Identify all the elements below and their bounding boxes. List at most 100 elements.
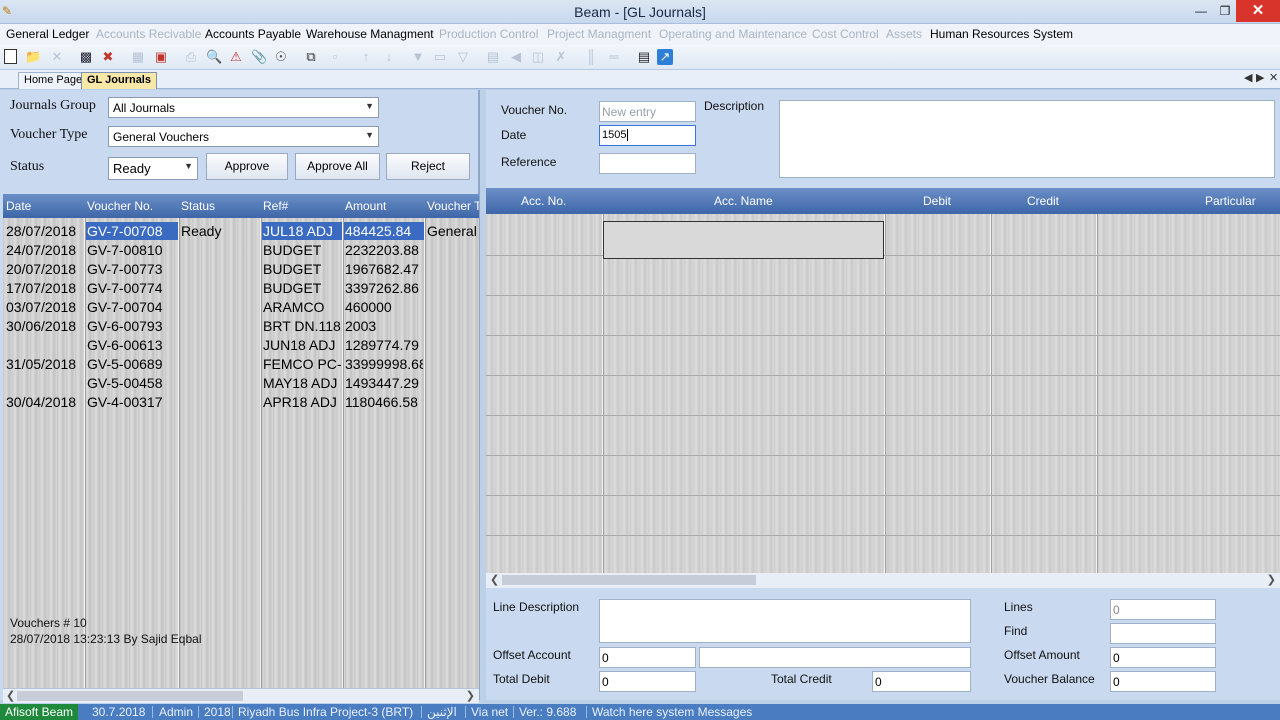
col-acc-no[interactable]: Acc. No. bbox=[521, 194, 566, 208]
table-row[interactable]: GV-5-00458 MAY18 ADJ 1493447.29 bbox=[3, 374, 479, 393]
status-select[interactable]: Ready ▼ bbox=[108, 157, 198, 180]
rows-icon[interactable]: ═ bbox=[606, 49, 622, 65]
menu-cost-control[interactable]: Cost Control bbox=[812, 27, 879, 41]
scroll-thumb[interactable] bbox=[17, 691, 243, 701]
status-separator bbox=[232, 706, 233, 718]
table-row[interactable]: 03/07/2018 GV-7-00704 ARAMCO 460000 bbox=[3, 298, 479, 317]
col-amount[interactable]: Amount bbox=[345, 199, 386, 213]
col-voucher-no[interactable]: Voucher No. bbox=[87, 199, 153, 213]
col-voucher-type[interactable]: Voucher T bbox=[427, 199, 479, 213]
date-field[interactable]: 1505 bbox=[599, 125, 696, 146]
back-icon[interactable]: ◀ bbox=[508, 49, 524, 65]
menu-human-resources[interactable]: Human Resources bbox=[930, 27, 1029, 41]
delete-icon[interactable]: ✕ bbox=[49, 49, 65, 65]
col-particular[interactable]: Particular bbox=[1205, 194, 1256, 208]
print-preview-icon[interactable]: 🔍 bbox=[206, 49, 222, 65]
menu-warehouse[interactable]: Warehouse Managment bbox=[306, 27, 434, 41]
journals-hscrollbar[interactable]: ❮ ❯ bbox=[3, 688, 479, 703]
cell-amount: 1967682.47 bbox=[345, 261, 419, 277]
document-icon[interactable]: ▤ bbox=[636, 49, 652, 65]
find-field[interactable] bbox=[1110, 623, 1216, 644]
cancel-icon[interactable]: ✖ bbox=[100, 49, 116, 65]
line-description-field[interactable] bbox=[599, 599, 971, 643]
table-row[interactable]: 31/05/2018 GV-5-00689 FEMCO PC-5 33999998.6… bbox=[3, 355, 479, 374]
col-credit[interactable]: Credit bbox=[1027, 194, 1059, 208]
scroll-left-icon[interactable]: ❮ bbox=[490, 573, 499, 586]
export-icon[interactable]: ⚠ bbox=[228, 49, 244, 65]
paste-icon[interactable]: ▫ bbox=[327, 49, 343, 65]
voucher-no-field[interactable]: New entry bbox=[599, 101, 696, 122]
offset-amount-field[interactable]: 0 bbox=[1110, 647, 1216, 668]
tab-close-icon[interactable]: ✕ bbox=[1269, 71, 1278, 84]
col-acc-name[interactable]: Acc. Name bbox=[714, 194, 773, 208]
table-row[interactable]: 28/07/2018 GV-7-00708 Ready JUL18 ADJ 484425… bbox=[3, 222, 479, 241]
attach-icon[interactable]: 📎 bbox=[251, 49, 267, 65]
table-row[interactable]: 30/04/2018 GV-4-00317 APR18 ADJ 1180466.58 bbox=[3, 393, 479, 412]
description-field[interactable] bbox=[779, 100, 1275, 178]
col-ref[interactable]: Ref# bbox=[263, 199, 288, 213]
scroll-thumb[interactable] bbox=[502, 575, 756, 585]
scroll-right-icon[interactable]: ❯ bbox=[1267, 573, 1276, 586]
lines-hscrollbar[interactable]: ❮ ❯ bbox=[486, 573, 1280, 588]
date-label: Date bbox=[501, 128, 527, 142]
filter-clear-icon[interactable]: ▽ bbox=[455, 49, 471, 65]
tab-gl-journals[interactable]: GL Journals bbox=[81, 72, 157, 89]
tab-home-page[interactable]: Home Page bbox=[18, 72, 89, 89]
table-row[interactable]: 20/07/2018 GV-7-00773 BUDGET 1967682.47 bbox=[3, 260, 479, 279]
layers-icon[interactable]: ◫ bbox=[530, 49, 546, 65]
columns-icon[interactable]: ║ bbox=[583, 49, 599, 65]
save-icon[interactable]: ▩ bbox=[78, 49, 94, 65]
filter-edit-icon[interactable]: ▭ bbox=[432, 49, 448, 65]
offset-account-field[interactable]: 0 bbox=[599, 647, 696, 668]
approve-all-button[interactable]: Approve All bbox=[295, 153, 380, 180]
cell-ref: ARAMCO bbox=[263, 299, 325, 315]
chart-icon[interactable]: ↗ bbox=[657, 49, 673, 65]
new-icon[interactable] bbox=[4, 49, 17, 64]
grid-icon[interactable]: ▦ bbox=[130, 49, 146, 65]
scroll-left-icon[interactable]: ❮ bbox=[6, 689, 15, 702]
menu-system[interactable]: System bbox=[1033, 27, 1073, 41]
journals-grid[interactable]: Date Voucher No. Status Ref# Amount Vouc… bbox=[3, 194, 479, 688]
voucher-type-select[interactable]: General Vouchers ▼ bbox=[108, 126, 379, 147]
offset-account-name-field[interactable] bbox=[699, 647, 971, 668]
table-row[interactable]: 17/07/2018 GV-7-00774 BUDGET 3397262.86 bbox=[3, 279, 479, 298]
form-icon[interactable]: ▤ bbox=[485, 49, 501, 65]
cell-amount: 1180466.58 bbox=[345, 394, 418, 410]
tab-prev-icon[interactable]: ◀ bbox=[1244, 71, 1252, 84]
copy-icon[interactable]: ⧉ bbox=[303, 49, 319, 65]
cell-ref: JUL18 ADJ bbox=[263, 223, 334, 239]
menu-accounts-receivable[interactable]: Accounts Recivable bbox=[96, 27, 201, 41]
toolbar: 📁 ✕ ▩ ✖ ▦ ▣ ⎙ 🔍 ⚠ 📎 ☉ ⧉ ▫ ↑ ↓ ▼ ▭ ▽ ▤ ◀ … bbox=[0, 45, 1280, 70]
filter-icon[interactable]: ▼ bbox=[410, 49, 426, 65]
table-row[interactable]: 30/06/2018 GV-6-00793 BRT DN.118 2003 bbox=[3, 317, 479, 336]
menu-operating-maintenance[interactable]: Operating and Maintenance bbox=[659, 27, 807, 41]
reference-field[interactable] bbox=[599, 153, 696, 174]
col-status[interactable]: Status bbox=[181, 199, 215, 213]
tab-next-icon[interactable]: ▶ bbox=[1256, 71, 1264, 84]
report-icon[interactable]: ▣ bbox=[153, 49, 169, 65]
journals-group-select[interactable]: All Journals ▼ bbox=[108, 97, 379, 118]
col-debit[interactable]: Debit bbox=[923, 194, 951, 208]
system-messages-link[interactable]: Watch here system Messages bbox=[592, 705, 752, 719]
print-icon[interactable]: ⎙ bbox=[183, 49, 199, 65]
approve-button[interactable]: Approve bbox=[206, 153, 288, 180]
table-row[interactable]: GV-6-00613 JUN18 ADJ 1289774.79 bbox=[3, 336, 479, 355]
title-bar: ✎ Beam - [GL Journals] — ❐ ✕ bbox=[0, 0, 1280, 24]
col-date[interactable]: Date bbox=[6, 199, 31, 213]
table-row[interactable]: 24/07/2018 GV-7-00810 BUDGET 2232203.88 bbox=[3, 241, 479, 260]
scroll-right-icon[interactable]: ❯ bbox=[466, 689, 475, 702]
menu-production-control[interactable]: Production Control bbox=[439, 27, 538, 41]
tools-icon[interactable]: ✗ bbox=[553, 49, 569, 65]
menu-general-ledger[interactable]: General Ledger bbox=[6, 27, 89, 41]
sort-asc-icon[interactable]: ↑ bbox=[358, 49, 374, 65]
open-folder-icon[interactable]: 📁 bbox=[25, 49, 41, 65]
cell-ref: BUDGET bbox=[263, 242, 322, 258]
menu-accounts-payable[interactable]: Accounts Payable bbox=[205, 27, 301, 41]
active-cell[interactable] bbox=[603, 221, 884, 259]
sort-desc-icon[interactable]: ↓ bbox=[381, 49, 397, 65]
find-icon[interactable]: ☉ bbox=[273, 49, 289, 65]
close-icon[interactable]: ✕ bbox=[1236, 0, 1280, 22]
menu-assets[interactable]: Assets bbox=[886, 27, 922, 41]
menu-project-management[interactable]: Project Managment bbox=[547, 27, 651, 41]
reject-button[interactable]: Reject bbox=[386, 153, 470, 180]
